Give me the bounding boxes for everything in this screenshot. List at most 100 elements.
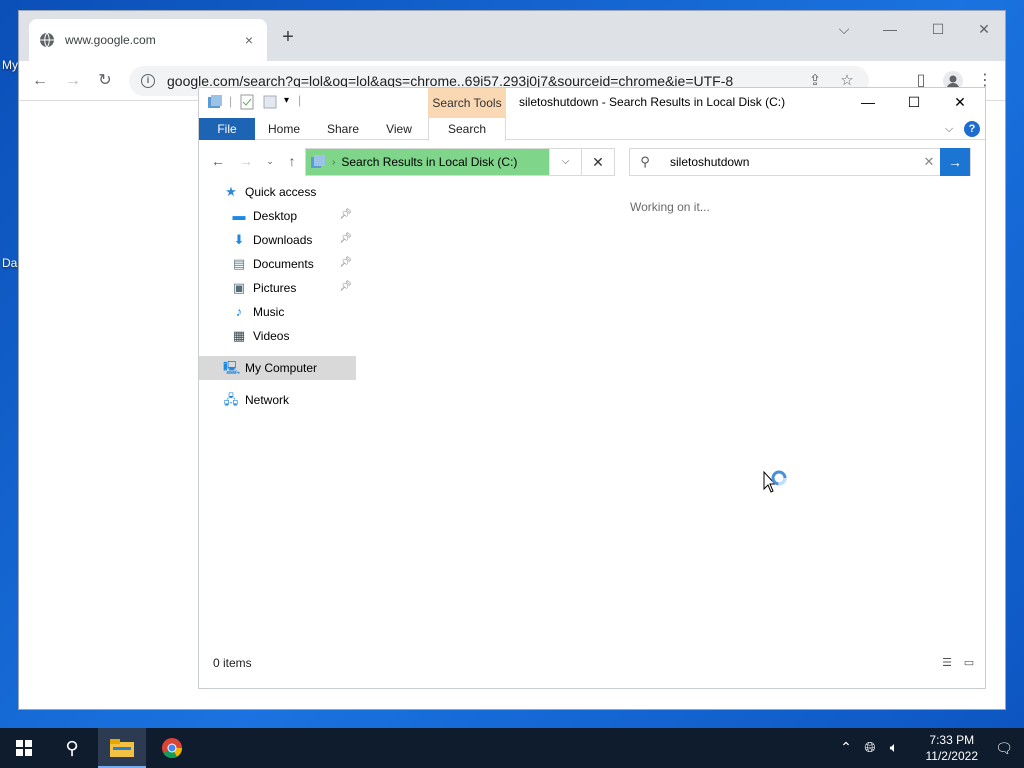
- pin-icon: 📌︎: [339, 281, 352, 292]
- address-dropdown-icon[interactable]: ⌵: [549, 149, 581, 175]
- nav-quick-access[interactable]: ★ Quick access: [199, 180, 356, 204]
- address-progress: › Search Results in Local Disk (C:): [306, 149, 549, 175]
- file-explorer-taskbar-icon[interactable]: [98, 728, 146, 768]
- pin-icon: 📌︎: [339, 233, 352, 244]
- nav-item-videos[interactable]: ▦ Videos: [199, 324, 356, 348]
- start-button[interactable]: [0, 728, 48, 768]
- nav-label: Downloads: [253, 233, 313, 247]
- nav-label: My Computer: [245, 361, 318, 375]
- address-bar[interactable]: › Search Results in Local Disk (C:) ⌵ ✕: [305, 148, 615, 176]
- tab-search[interactable]: Search: [428, 118, 506, 141]
- nav-item-my-computer[interactable]: 🖳︎ My Computer: [199, 356, 356, 380]
- address-row: ← → ⌄ ↑ › Search Results in Local Disk (…: [199, 140, 985, 180]
- search-results-folder-icon: [311, 155, 325, 168]
- chrome-tab[interactable]: www.google.com ×: [29, 19, 267, 61]
- desktop-icon-label[interactable]: Da: [2, 256, 17, 270]
- minimize-icon[interactable]: —: [875, 17, 905, 41]
- globe-icon: [40, 32, 54, 48]
- forward-icon[interactable]: →: [237, 152, 255, 170]
- details-view-icon[interactable]: ☰: [939, 656, 955, 670]
- search-input[interactable]: siletoshutdown: [660, 155, 918, 169]
- document-icon: ▤: [232, 256, 246, 271]
- up-icon[interactable]: ↑: [283, 152, 301, 170]
- address-url[interactable]: google.com/search?q=lol&oq=lol&aqs=chrom…: [167, 73, 793, 89]
- nav-label: Music: [253, 305, 285, 319]
- maximize-icon[interactable]: ☐: [923, 17, 953, 41]
- tab-home[interactable]: Home: [259, 118, 309, 140]
- nav-item-documents[interactable]: ▤ Documents 📌︎: [199, 252, 356, 276]
- star-icon: ★: [225, 184, 237, 199]
- expand-ribbon-icon[interactable]: ⌵: [941, 121, 957, 137]
- breadcrumb[interactable]: Search Results in Local Disk (C:): [341, 155, 517, 169]
- close-tab-icon[interactable]: ×: [241, 32, 257, 48]
- forward-icon[interactable]: →: [61, 69, 85, 93]
- search-box[interactable]: ⚲ siletoshutdown ✕ →: [629, 148, 971, 176]
- search-go-button[interactable]: →: [940, 148, 970, 176]
- network-icon: 🖧︎: [223, 392, 239, 407]
- clock-date: 11/2/2022: [925, 749, 979, 763]
- ribbon-tabs: File Home Share View Search ⌵ ?: [199, 118, 985, 141]
- tab-title: www.google.com: [65, 33, 156, 47]
- recent-locations-icon[interactable]: ⌄: [261, 152, 279, 170]
- nav-label: Documents: [253, 257, 314, 271]
- network-status-icon[interactable]: 🌐︎: [860, 739, 880, 756]
- search-tools-context-tab: Search Tools: [428, 88, 506, 118]
- notification-icon[interactable]: 🗨︎: [994, 738, 1014, 758]
- maximize-icon[interactable]: ☐: [891, 88, 937, 118]
- nav-item-desktop[interactable]: ▬ Desktop 📌︎: [199, 204, 356, 228]
- stop-icon[interactable]: ✕: [581, 149, 614, 175]
- item-count: 0 items: [213, 656, 252, 670]
- chrome-tab-strip: www.google.com × + ⌵ — ☐ ✕: [19, 11, 1005, 61]
- chevron-right-icon: ›: [332, 156, 336, 168]
- computer-icon: 🖳︎: [223, 360, 241, 375]
- nav-label: Videos: [253, 329, 290, 343]
- new-tab-button[interactable]: +: [277, 26, 299, 48]
- chrome-taskbar-icon[interactable]: [148, 728, 196, 768]
- info-icon[interactable]: i: [141, 74, 155, 88]
- clock[interactable]: 7:33 PM 11/2/2022: [926, 732, 979, 764]
- tab-search-icon[interactable]: ⌵: [829, 17, 859, 41]
- tab-share[interactable]: Share: [319, 118, 367, 140]
- close-window-icon[interactable]: ✕: [969, 17, 999, 41]
- nav-label: Desktop: [253, 209, 298, 223]
- desktop-icon: ▬: [232, 208, 246, 223]
- close-window-icon[interactable]: ✕: [937, 88, 983, 118]
- properties-icon[interactable]: [239, 94, 255, 110]
- minimize-icon[interactable]: —: [845, 88, 891, 118]
- busy-cursor-icon: [763, 470, 787, 493]
- pictures-icon: ▣: [232, 280, 246, 295]
- working-status: Working on it...: [630, 200, 710, 214]
- back-icon[interactable]: ←: [28, 69, 52, 93]
- volume-icon[interactable]: 🔈︎: [884, 739, 904, 756]
- explorer-title: siletoshutdown - Search Results in Local…: [519, 95, 786, 109]
- reload-icon[interactable]: ↻: [93, 69, 117, 93]
- qat-dropdown-icon[interactable]: ▾: [284, 95, 289, 106]
- chevron-up-icon[interactable]: ⌃: [836, 739, 856, 756]
- new-folder-icon[interactable]: [262, 94, 278, 110]
- tab-file[interactable]: File: [199, 118, 255, 140]
- back-icon[interactable]: ←: [209, 152, 227, 170]
- pin-icon: 📌︎: [339, 257, 352, 268]
- windows-icon: [16, 740, 32, 756]
- nav-item-network[interactable]: 🖧︎ Network: [199, 388, 356, 412]
- pin-icon: 📌︎: [339, 209, 352, 220]
- navigation-pane: ★ Quick access ▬ Desktop 📌︎ ⬇ Downloads …: [199, 180, 356, 412]
- nav-label: Quick access: [245, 185, 317, 199]
- help-icon[interactable]: ?: [964, 121, 980, 137]
- search-icon[interactable]: ⚲: [48, 728, 96, 768]
- clock-time: 7:33 PM: [929, 733, 975, 747]
- nav-label: Network: [245, 393, 290, 407]
- nav-item-pictures[interactable]: ▣ Pictures 📌︎: [199, 276, 356, 300]
- nav-item-music[interactable]: ♪ Music: [199, 300, 356, 324]
- folder-icon: [208, 95, 222, 108]
- search-icon: ⚲: [640, 154, 650, 169]
- nav-item-downloads[interactable]: ⬇ Downloads 📌︎: [199, 228, 356, 252]
- desktop-icon-label[interactable]: My: [2, 58, 18, 72]
- explorer-window: | ▾ | Search Tools siletoshutdown - Sear…: [199, 88, 985, 688]
- clear-search-icon[interactable]: ✕: [918, 154, 940, 170]
- taskbar: ⚲ ⌃ 🌐︎ 🔈︎ 7:33 PM 11/2/2022 🗨︎: [0, 728, 1024, 768]
- large-icons-view-icon[interactable]: ▭: [961, 656, 977, 670]
- music-icon: ♪: [235, 304, 243, 319]
- tab-view[interactable]: View: [377, 118, 421, 140]
- explorer-titlebar: | ▾ | Search Tools siletoshutdown - Sear…: [199, 88, 985, 118]
